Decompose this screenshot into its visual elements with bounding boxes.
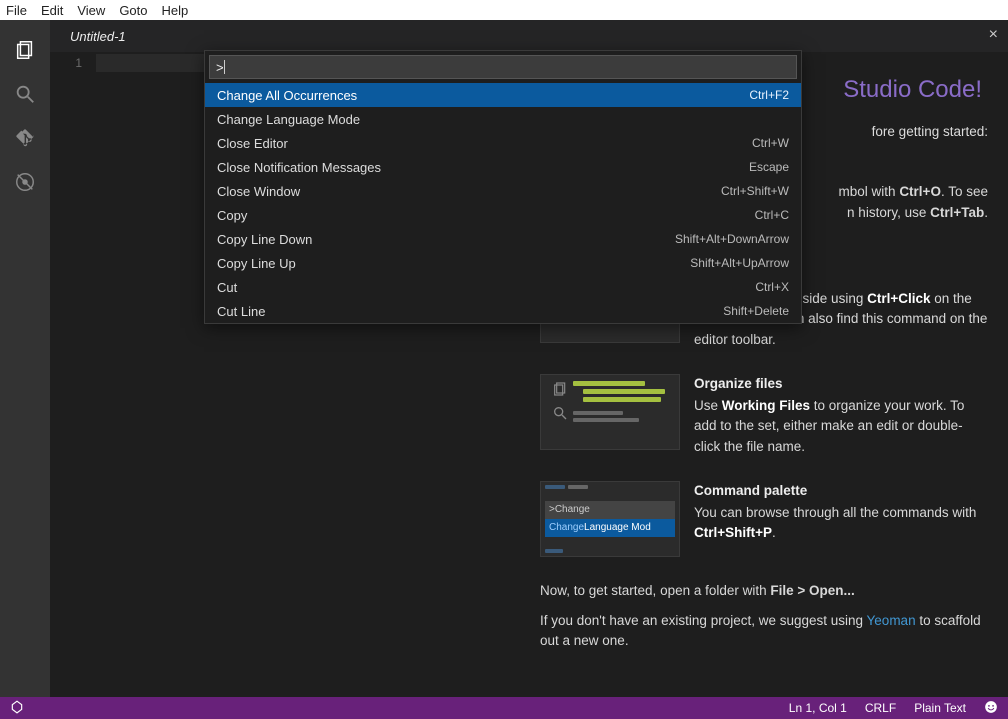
menu-bar: File Edit View Goto Help: [0, 0, 1008, 20]
command-palette: > Change All Occurrences Ctrl+F2 Change La…: [204, 50, 802, 324]
yeoman-link[interactable]: Yeoman: [867, 613, 916, 628]
palette-item-shortcut: Escape: [749, 160, 789, 174]
palette-item-copy-line-down[interactable]: Copy Line Down Shift+Alt+DownArrow: [205, 227, 801, 251]
palette-item-shortcut: Ctrl+X: [755, 280, 789, 294]
palette-item-label: Copy Line Down: [217, 232, 312, 247]
feature-organize-text: Use Working Files to organize your work.…: [694, 396, 988, 457]
palette-item-shortcut: Ctrl+W: [752, 136, 789, 150]
welcome-open-folder: Now, to get started, open a folder with …: [540, 581, 988, 601]
palette-item-close-window[interactable]: Close Window Ctrl+Shift+W: [205, 179, 801, 203]
status-language-mode[interactable]: Plain Text: [914, 701, 966, 715]
palette-item-label: Close Window: [217, 184, 300, 199]
debug-icon[interactable]: [9, 166, 41, 198]
palette-item-label: Cut Line: [217, 304, 265, 319]
palette-item-shortcut: Shift+Delete: [723, 304, 789, 318]
feature-palette-text: You can browse through all the commands …: [694, 503, 988, 544]
feedback-icon[interactable]: [10, 700, 24, 717]
palette-item-copy[interactable]: Copy Ctrl+C: [205, 203, 801, 227]
menu-edit[interactable]: Edit: [41, 3, 63, 18]
feature-organize-title: Organize files: [694, 374, 988, 394]
menu-file[interactable]: File: [6, 3, 27, 18]
menu-view[interactable]: View: [77, 3, 105, 18]
feature-palette-title: Command palette: [694, 481, 988, 501]
status-eol[interactable]: CRLF: [865, 701, 896, 715]
search-icon[interactable]: [9, 78, 41, 110]
line-number: 1: [50, 52, 96, 697]
palette-item-label: Copy: [217, 208, 247, 223]
palette-item-label: Cut: [217, 280, 237, 295]
git-icon[interactable]: [9, 122, 41, 154]
smiley-icon[interactable]: [984, 700, 998, 717]
thumb-organize: [540, 374, 680, 450]
palette-item-label: Change All Occurrences: [217, 88, 357, 103]
palette-item-label: Change Language Mode: [217, 112, 360, 127]
files-icon[interactable]: [9, 34, 41, 66]
palette-item-close-editor[interactable]: Close Editor Ctrl+W: [205, 131, 801, 155]
palette-item-change-language-mode[interactable]: Change Language Mode: [205, 107, 801, 131]
status-cursor-position[interactable]: Ln 1, Col 1: [789, 701, 847, 715]
palette-item-label: Close Notification Messages: [217, 160, 381, 175]
close-icon[interactable]: ×: [989, 26, 998, 44]
thumb-palette: >Change Change Language Mod: [540, 481, 680, 557]
palette-item-shortcut: Ctrl+Shift+W: [721, 184, 789, 198]
palette-item-shortcut: Ctrl+F2: [749, 88, 789, 102]
menu-goto[interactable]: Goto: [119, 3, 147, 18]
palette-item-label: Copy Line Up: [217, 256, 296, 271]
palette-item-change-all-occurrences[interactable]: Change All Occurrences Ctrl+F2: [205, 83, 801, 107]
activity-bar: [0, 20, 50, 697]
editor-tabs: Untitled-1 ×: [50, 20, 1008, 52]
feature-navigate-text: mbol with Ctrl+O. To see n history, use …: [839, 184, 988, 219]
tab-untitled[interactable]: Untitled-1: [70, 29, 126, 44]
command-palette-input[interactable]: >: [209, 55, 797, 79]
palette-item-shortcut: Shift+Alt+DownArrow: [675, 232, 789, 246]
palette-item-close-notification-messages[interactable]: Close Notification Messages Escape: [205, 155, 801, 179]
status-bar: Ln 1, Col 1 CRLF Plain Text: [0, 697, 1008, 719]
menu-help[interactable]: Help: [162, 3, 189, 18]
palette-item-cut-line[interactable]: Cut Line Shift+Delete: [205, 299, 801, 323]
welcome-yeoman: If you don't have an existing project, w…: [540, 611, 988, 652]
palette-item-cut[interactable]: Cut Ctrl+X: [205, 275, 801, 299]
palette-item-label: Close Editor: [217, 136, 288, 151]
palette-item-shortcut: Shift+Alt+UpArrow: [690, 256, 789, 270]
palette-item-shortcut: Ctrl+C: [755, 208, 789, 222]
palette-item-copy-line-up[interactable]: Copy Line Up Shift+Alt+UpArrow: [205, 251, 801, 275]
